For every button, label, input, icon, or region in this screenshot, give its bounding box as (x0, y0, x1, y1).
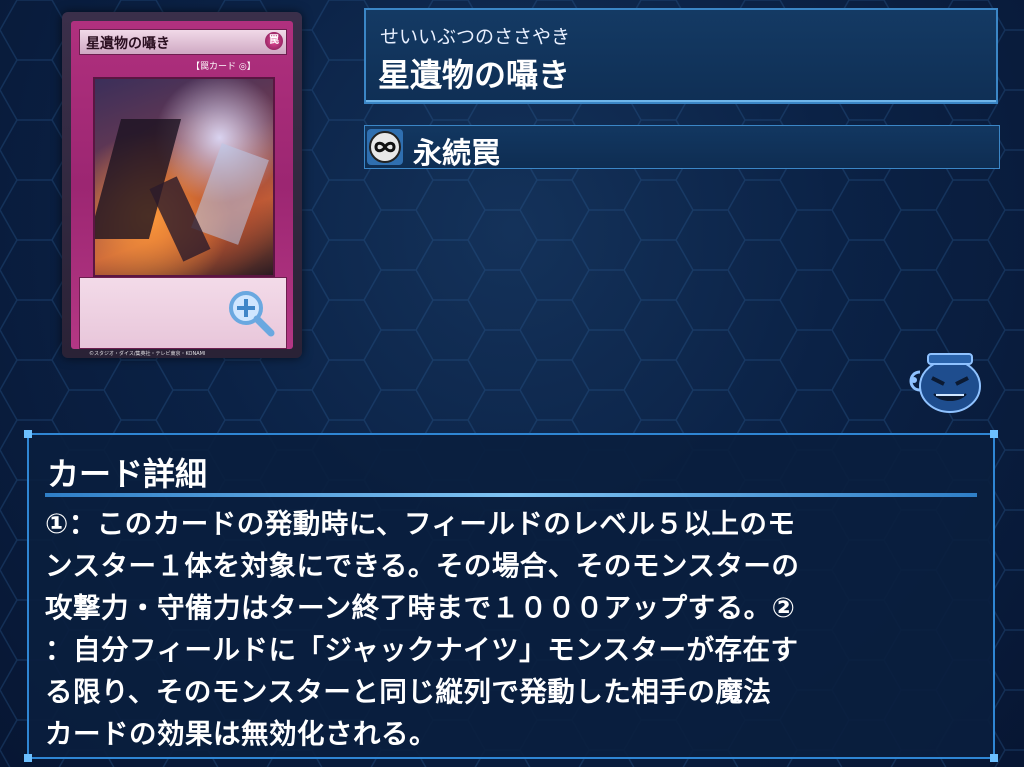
card-detail-panel: カード詳細 ①：このカードの発動時に、フィールドのレベル５以上のモ ンスター１体… (24, 430, 998, 762)
effect-line: 攻撃力・守備力はターン終了時まで１０００アップする。② (45, 592, 796, 624)
card-title: 星遺物の囁き (378, 56, 571, 94)
effect-line: る限り、そのモンスターと同じ縦列で発動した相手の魔法 (45, 676, 772, 708)
type-icon-box (367, 129, 403, 165)
card-name: 星遺物の囁き (86, 36, 170, 52)
card-image[interactable]: 星遺物の囁き 罠 【罠カード ◎】 ©スタジオ・ダイス/集英社・テレビ東京・KO… (62, 12, 302, 358)
card-copyright: ©スタジオ・ダイス/集英社・テレビ東京・KONAMI (89, 351, 206, 357)
card-description-box (79, 277, 287, 349)
card-type-label: 【罠カード ◎】 (191, 62, 256, 72)
card-frame: 星遺物の囁き 罠 【罠カード ◎】 ©スタジオ・ダイス/集英社・テレビ東京・KO… (71, 21, 293, 357)
card-name-ruby: せいいぶつのささやき (380, 26, 571, 48)
zoom-in-icon[interactable] (226, 288, 276, 338)
trap-attribute-icon: 罠 (265, 32, 283, 50)
detail-header: カード詳細 (47, 455, 208, 493)
card-name-panel: せいいぶつのささやき 星遺物の囁き (364, 8, 998, 104)
card-effect-text: ①：このカードの発動時に、フィールドのレベル５以上のモ ンスター１体を対象にでき… (45, 503, 970, 755)
effect-line: カードの効果は無効化される。 (45, 718, 437, 750)
card-type-text: 永続罠 (413, 136, 501, 170)
card-artwork (93, 77, 275, 277)
card-name-box: 星遺物の囁き 罠 (79, 29, 287, 55)
infinity-icon (369, 131, 401, 163)
detail-divider (45, 493, 977, 497)
card-type-panel: 永続罠 (364, 125, 1000, 170)
effect-line: ンスター１体を対象にできる。その場合、そのモンスターの (45, 550, 800, 582)
pot-of-greed-icon[interactable] (906, 346, 984, 414)
effect-line: ①：このカードの発動時に、フィールドのレベル５以上のモ (45, 508, 796, 540)
effect-line: ：自分フィールドに「ジャックナイツ」モンスターが存在す (45, 634, 799, 666)
